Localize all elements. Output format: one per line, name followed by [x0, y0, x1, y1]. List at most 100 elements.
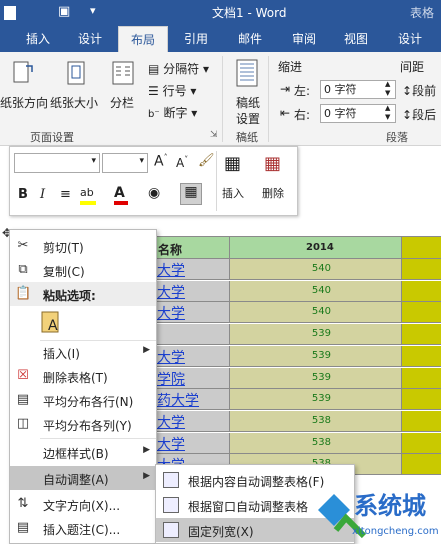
yellow-cell[interactable] — [402, 324, 441, 346]
value-cell[interactable]: 539 — [230, 324, 402, 346]
header-year-text: 2014 — [306, 242, 334, 253]
value-cell[interactable]: 539 — [230, 389, 402, 411]
name-cell[interactable] — [155, 324, 230, 346]
score-value: 539 — [311, 393, 331, 405]
borders-icon[interactable]: ▦ — [180, 183, 202, 205]
paste-keep-text-icon[interactable]: A — [40, 310, 62, 336]
university-link[interactable]: 学院 — [157, 369, 185, 389]
header-yellow-cell[interactable] — [402, 236, 441, 259]
highlight-button[interactable]: ab — [80, 185, 106, 205]
name-cell[interactable]: 学院 — [155, 367, 230, 389]
line-numbers-button[interactable]: ☰ 行号 ▾ — [148, 82, 196, 99]
center-align-icon[interactable]: ≡ — [60, 187, 71, 202]
name-cell[interactable]: 大学 — [155, 302, 230, 324]
yellow-cell[interactable] — [402, 454, 441, 476]
yellow-cell[interactable] — [402, 302, 441, 324]
menu-item-text-direction[interactable]: ⇅ 文字方向(X)... — [10, 492, 156, 516]
format-painter-icon[interactable]: 🖌 — [198, 153, 215, 168]
yellow-cell[interactable] — [402, 432, 441, 454]
menu-header-paste-options: 📋 粘贴选项: — [10, 282, 156, 306]
tab-view[interactable]: 视图 — [334, 26, 378, 52]
header-name-cell[interactable]: 名称 — [155, 236, 230, 259]
score-value: 540 — [311, 306, 331, 318]
font-size-select[interactable]: ▾ — [102, 153, 148, 173]
header-year-cell[interactable]: 2014 — [230, 236, 402, 259]
tab-layout[interactable]: 布局 — [118, 26, 168, 52]
page-size-button[interactable]: 纸张大小 — [50, 94, 98, 111]
university-link[interactable]: 药大学 — [157, 390, 199, 410]
space-after-control[interactable]: ↕段后 — [402, 106, 436, 123]
font-name-select[interactable]: ▾ — [14, 153, 100, 173]
orientation-button[interactable]: 纸张方向 — [0, 94, 48, 111]
yellow-cell[interactable] — [402, 410, 441, 432]
grow-font-button[interactable]: A˄ — [154, 153, 168, 170]
mini-insert-button[interactable]: 插入 — [222, 185, 244, 201]
name-cell[interactable]: 大学 — [155, 410, 230, 432]
university-link[interactable]: 大学 — [157, 412, 185, 432]
menu-item-insert[interactable]: 插入(I) ▶ — [10, 340, 156, 364]
yellow-cell[interactable] — [402, 389, 441, 411]
value-cell[interactable]: 538 — [230, 410, 402, 432]
menu-item-label: 自动调整(A) — [43, 473, 109, 487]
space-before-control[interactable]: ↕段前 — [402, 82, 436, 99]
yellow-cell[interactable] — [402, 345, 441, 367]
breaks-button[interactable]: ▤ 分隔符 ▾ — [148, 60, 209, 77]
save-icon[interactable]: ▣ — [58, 4, 70, 19]
name-cell[interactable]: 大学 — [155, 280, 230, 302]
manuscript-line2[interactable]: 设置 — [236, 110, 260, 127]
shading-icon[interactable]: ◉ — [148, 185, 160, 201]
university-link[interactable]: 大学 — [157, 282, 185, 302]
menu-item-distribute-rows[interactable]: ▤ 平均分布各行(N) — [10, 388, 156, 412]
tab-mailings[interactable]: 邮件 — [228, 26, 272, 52]
value-cell[interactable]: 539 — [230, 367, 402, 389]
menu-item-cut[interactable]: ✂ 剪切(T) — [10, 234, 156, 258]
hyphenation-button[interactable]: b⁻ 断字 ▾ — [148, 104, 197, 121]
university-link[interactable]: 大学 — [157, 260, 185, 280]
indent-right-spinner[interactable]: ▲ ▼ — [385, 104, 390, 122]
menu-item-distribute-cols[interactable]: ◫ 平均分布各列(Y) — [10, 412, 156, 436]
bold-button[interactable]: B — [18, 187, 28, 202]
divider — [216, 151, 217, 211]
quick-access-dropdown-icon[interactable]: ▾ — [90, 4, 96, 17]
name-cell[interactable]: 大学 — [155, 432, 230, 454]
italic-button[interactable]: I — [40, 187, 45, 202]
yellow-cell[interactable] — [402, 259, 441, 280]
yellow-cell[interactable] — [402, 367, 441, 389]
shrink-font-button[interactable]: A˅ — [176, 155, 188, 170]
menu-item-insert-caption[interactable]: ▤ 插入题注(C)... — [10, 516, 156, 540]
tab-insert[interactable]: 插入 — [16, 26, 60, 52]
value-cell[interactable]: 540 — [230, 302, 402, 324]
university-link[interactable]: 大学 — [157, 434, 185, 454]
name-cell[interactable]: 大学 — [155, 345, 230, 367]
word-app-icon[interactable] — [4, 6, 16, 20]
tab-design[interactable]: 设计 — [68, 26, 112, 52]
menu-item-copy[interactable]: ⧉ 复制(C) — [10, 258, 156, 282]
manuscript-icon — [234, 58, 260, 88]
indent-left-spinner[interactable]: ▲ ▼ — [385, 80, 390, 98]
tab-review[interactable]: 审阅 — [282, 26, 326, 52]
space-before-label: 段前 — [412, 84, 437, 98]
value-cell[interactable]: 539 — [230, 345, 402, 367]
yellow-cell[interactable] — [402, 280, 441, 302]
value-cell[interactable]: 540 — [230, 259, 402, 280]
name-cell[interactable]: 大学 — [155, 259, 230, 280]
page-setup-launcher-icon[interactable]: ⇲ — [210, 130, 218, 140]
university-link[interactable]: 大学 — [157, 303, 185, 323]
menu-item-border-styles[interactable]: 边框样式(B) ▶ — [10, 440, 156, 464]
menu-item-delete-table[interactable]: ☒ 删除表格(T) — [10, 364, 156, 388]
tab-table-design[interactable]: 设计 — [388, 26, 432, 52]
manuscript-line1[interactable]: 稿纸 — [236, 94, 260, 111]
table-row: 大学 540 — [155, 259, 441, 280]
university-link[interactable]: 大学 — [157, 347, 185, 367]
name-cell[interactable]: 药大学 — [155, 389, 230, 411]
value-cell[interactable]: 538 — [230, 432, 402, 454]
menu-item-autofit[interactable]: 自动调整(A) ▶ — [10, 466, 156, 490]
value-cell[interactable]: 540 — [230, 280, 402, 302]
mini-delete-button[interactable]: 删除 — [262, 185, 284, 201]
delete-table-icon[interactable]: ▦ — [264, 153, 288, 174]
tab-references[interactable]: 引用 — [174, 26, 218, 52]
insert-table-icon[interactable]: ▦ — [224, 153, 248, 174]
text-direction-icon: ⇅ — [17, 496, 29, 511]
columns-button[interactable]: 分栏 — [110, 94, 134, 111]
font-color-button[interactable]: A — [114, 185, 136, 205]
